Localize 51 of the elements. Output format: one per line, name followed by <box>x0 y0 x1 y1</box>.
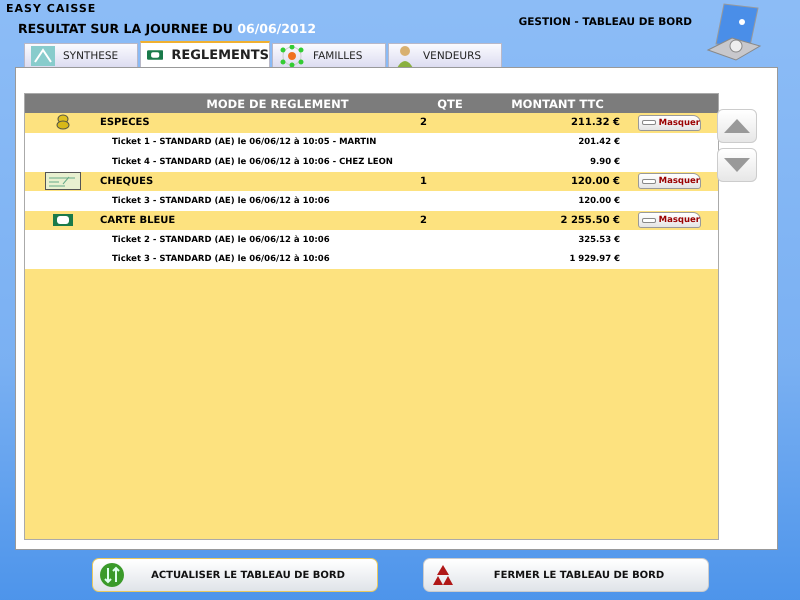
scroll-down-button[interactable] <box>717 148 757 182</box>
tab[interactable]: FAMILLES <box>272 43 386 67</box>
triangle-down-icon <box>724 158 750 172</box>
tab-icon <box>279 44 305 66</box>
hide-button[interactable]: Masquer <box>638 212 701 228</box>
ticket-label: Ticket 3 - STANDARD (AE) le 06/06/12 à 10:06 <box>112 196 331 206</box>
report-title: RESULTAT SUR LA JOURNEE DU 06/06/2012 <box>18 21 316 36</box>
triangle-up-icon <box>724 119 750 133</box>
ticket-amount: 1 929.97 € <box>568 254 620 264</box>
ticket-amount: 120.00 € <box>577 196 620 206</box>
amount: 211.32 € <box>570 117 620 128</box>
ticket-amount: 325.53 € <box>577 234 620 245</box>
quantity: 1 <box>419 176 428 187</box>
close-button[interactable]: FERMER LE TABLEAU DE BORD <box>423 558 709 592</box>
ticket-label: Ticket 1 - STANDARD (AE) le 06/06/12 à 10:05 - MARTIN <box>112 137 378 148</box>
ticket-amount: 9.90 € <box>589 156 620 167</box>
amount: 120.00 € <box>570 176 620 187</box>
refresh-icon <box>99 562 125 588</box>
tab-label: SYNTHESE <box>63 50 118 62</box>
ticket-label: Ticket 3 - STANDARD (AE) le 06/06/12 à 10:06 <box>112 254 331 264</box>
tab-icon <box>395 44 415 68</box>
amount: 2 255.50 € <box>560 214 620 226</box>
app-title: EASY CAISSE <box>6 2 98 15</box>
payment-icon <box>54 114 70 132</box>
tab-label: FAMILLES <box>313 50 362 62</box>
quantity: 2 <box>419 117 428 128</box>
refresh-button[interactable]: ACTUALISER LE TABLEAU DE BORD <box>92 558 378 592</box>
column-header: MONTANT TTC <box>510 96 605 110</box>
tab-label: VENDEURS <box>423 50 482 62</box>
ticket-label: Ticket 4 - STANDARD (AE) le 06/06/12 à 10:06 - CHEZ LEON <box>112 156 394 167</box>
payment-icon <box>44 172 80 190</box>
payment-mode: CARTE BLEUE <box>100 214 176 226</box>
tab-label: REGLEMENTS <box>171 48 269 62</box>
section-title: GESTION - TABLEAU DE BORD <box>518 16 692 28</box>
payment-row[interactable]: CARTE BLEUE 2 2 255.50 € Masquer <box>25 210 718 230</box>
payment-mode: CHEQUES <box>100 176 154 187</box>
payment-row[interactable]: CHEQUES 1 120.00 € Masquer <box>25 172 718 191</box>
column-header: QTE <box>436 96 464 110</box>
tab-icon <box>147 48 164 62</box>
column-header: MODE DE REGLEMENT <box>205 96 350 110</box>
hide-button[interactable]: Masquer <box>638 173 701 190</box>
scroll-up-button[interactable] <box>717 109 757 143</box>
ticket-amount: 201.42 € <box>577 137 620 148</box>
ticket-label: Ticket 2 - STANDARD (AE) le 06/06/12 à 10:06 <box>112 234 331 245</box>
payment-mode: ESPECES <box>100 117 151 128</box>
hide-button[interactable]: Masquer <box>638 114 701 131</box>
tab[interactable]: SYNTHESE <box>24 43 138 67</box>
tab[interactable]: VENDEURS <box>388 43 502 67</box>
tab[interactable]: REGLEMENTS <box>140 41 270 67</box>
payment-icon <box>52 214 72 226</box>
quantity: 2 <box>419 214 428 226</box>
